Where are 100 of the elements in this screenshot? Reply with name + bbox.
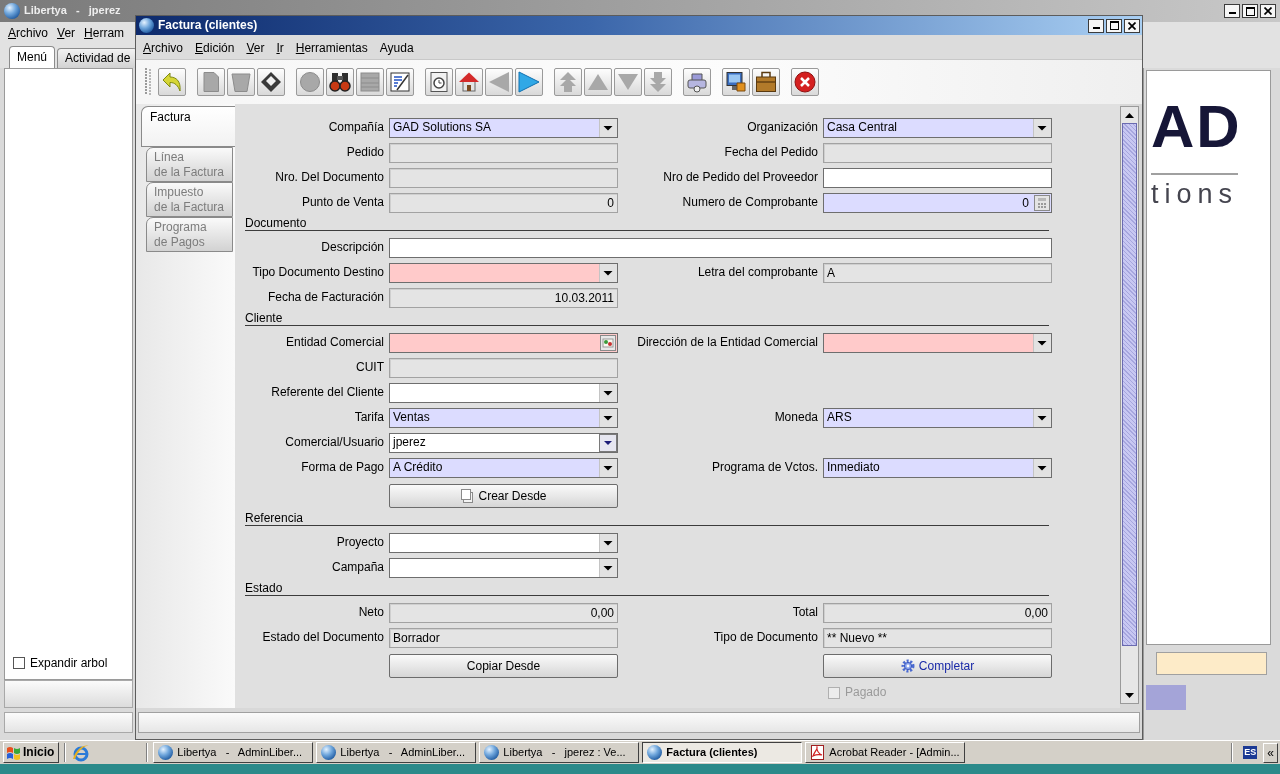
field-label: Total — [792, 605, 818, 620]
start-button[interactable]: Inicio — [3, 742, 60, 763]
expand-button[interactable]: « — [1263, 742, 1278, 763]
input-field[interactable] — [389, 142, 618, 163]
taskbar-button[interactable]: Acrobat Reader - [Admin... — [805, 742, 966, 763]
quick-launch-button[interactable] — [72, 743, 91, 762]
input-field[interactable]: 0 — [389, 192, 618, 213]
toolbar-button[interactable] — [752, 68, 780, 96]
toolbar-button[interactable] — [455, 68, 483, 96]
caret-icon — [1033, 458, 1051, 477]
form-button[interactable]: Copiar Desde — [389, 654, 618, 678]
page-icon — [200, 71, 222, 93]
toolbar-button[interactable] — [791, 68, 819, 96]
input-field[interactable]: 0,00 — [389, 602, 618, 623]
input-field[interactable]: Borrador — [389, 627, 618, 648]
checkbox[interactable] — [13, 656, 25, 669]
minimize-button[interactable] — [1088, 18, 1104, 33]
ball-icon — [321, 745, 337, 760]
dropdown[interactable]: A Crédito — [389, 457, 618, 478]
menu-item[interactable]: Ver — [57, 25, 76, 41]
tab[interactable]: Factura — [141, 106, 235, 147]
field-label: Neto — [358, 605, 384, 620]
field-label: Descripción — [321, 240, 384, 255]
checkbox-label: Pagado — [845, 685, 887, 700]
taskbar-button[interactable]: Libertya - jperez : Ve... — [479, 742, 640, 763]
section-title: Documento — [245, 217, 307, 230]
dropdown[interactable] — [389, 382, 618, 403]
toolbar-button[interactable] — [257, 68, 285, 96]
close-icon — [1128, 21, 1136, 30]
toolbar-button[interactable] — [326, 68, 354, 96]
dropdown[interactable] — [389, 262, 618, 283]
close-button[interactable] — [1260, 4, 1276, 18]
menu-item[interactable]: Edición — [195, 40, 235, 56]
calculator-button[interactable] — [1033, 193, 1051, 212]
scroll-thumb[interactable] — [1122, 123, 1137, 646]
toolbar-button[interactable] — [425, 68, 453, 96]
field-label: Moneda — [774, 410, 818, 425]
menu-item[interactable]: Herram — [84, 25, 125, 41]
minimize-icon — [1228, 12, 1236, 14]
ball-icon — [484, 745, 500, 760]
menu-item[interactable]: Ir — [276, 40, 284, 56]
tab[interactable]: Menú — [9, 46, 56, 68]
monitor-icon — [725, 71, 747, 93]
minimize-button[interactable] — [1224, 4, 1240, 18]
field-label: Pedido — [346, 145, 384, 160]
input-field[interactable] — [1156, 652, 1267, 675]
input-field[interactable]: 10.03.2011 — [389, 287, 618, 308]
caret-icon — [599, 118, 617, 137]
section-title: Estado — [245, 582, 283, 595]
taskbar-button[interactable]: Libertya - AdminLiber... — [316, 742, 477, 763]
input-field[interactable] — [389, 237, 1052, 258]
field-label: Entidad Comercial — [285, 335, 384, 350]
language-indicator[interactable]: ES — [1243, 746, 1258, 759]
maximize-button[interactable] — [1106, 18, 1122, 33]
dropdown[interactable]: GAD Solutions SA — [389, 117, 618, 138]
toolbar-button[interactable] — [722, 68, 750, 96]
dropdown[interactable]: ARS — [823, 407, 1052, 428]
taskbar-button[interactable]: Factura (clientes) — [642, 742, 803, 763]
flag-icon — [6, 745, 21, 760]
taskbar-button[interactable]: Libertya - AdminLiber... — [153, 742, 314, 763]
input-field[interactable] — [389, 357, 618, 378]
close-button[interactable] — [1124, 18, 1140, 33]
caret-icon — [1033, 118, 1051, 137]
field-label: Comercial/Usuario — [285, 435, 384, 450]
binoculars-icon — [329, 71, 351, 93]
field-label: Forma de Pago — [301, 460, 384, 475]
input-field[interactable] — [389, 332, 618, 353]
menu-item[interactable]: Ayuda — [379, 40, 414, 56]
menu-item[interactable]: Herramientas — [295, 40, 368, 56]
dropdown[interactable]: Casa Central — [823, 117, 1052, 138]
caret-icon — [1033, 408, 1051, 427]
dropdown[interactable] — [389, 532, 618, 553]
dropdown[interactable]: Inmediato — [823, 457, 1052, 478]
caret-icon — [599, 458, 617, 477]
input-field[interactable]: ** Nuevo ** — [823, 627, 1052, 648]
menu-item[interactable]: Archivo — [143, 40, 184, 56]
picker-button[interactable] — [599, 333, 617, 352]
bin-icon — [230, 71, 252, 93]
dropdown[interactable] — [823, 332, 1052, 353]
dropdown[interactable] — [389, 557, 618, 578]
form-button[interactable]: Crear Desde — [389, 484, 618, 508]
form-button[interactable]: Completar — [823, 654, 1052, 678]
input-field[interactable] — [823, 167, 1052, 188]
caret-icon — [599, 408, 617, 427]
maximize-button[interactable] — [1242, 4, 1258, 18]
input-field[interactable] — [823, 142, 1052, 163]
dropdown[interactable]: Ventas — [389, 407, 618, 428]
input-field[interactable]: 0,00 — [823, 602, 1052, 623]
dropdown[interactable]: jperez — [389, 432, 618, 453]
curved-arrow-icon — [161, 71, 183, 93]
form-icon — [389, 71, 411, 93]
input-field[interactable] — [389, 167, 618, 188]
input-field[interactable]: 0 — [823, 192, 1052, 213]
input-field[interactable]: A — [823, 262, 1052, 283]
toolbar-button[interactable] — [386, 68, 414, 96]
close-icon — [1264, 7, 1272, 15]
menu-item[interactable]: Ver — [246, 40, 265, 56]
minimize-icon — [1092, 26, 1100, 29]
menu-item[interactable]: Archivo — [8, 25, 49, 41]
diamond-icon — [260, 71, 282, 93]
